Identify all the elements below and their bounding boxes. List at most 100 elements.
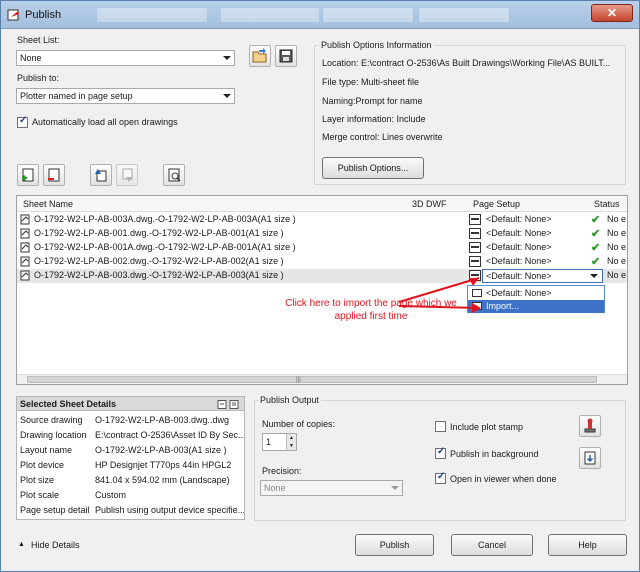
checkmark-icon: ✔ (591, 256, 601, 268)
plot-stamp-checkbox[interactable] (435, 421, 446, 432)
background-tab (323, 8, 413, 22)
file-type-info: File type: Multi-sheet file (322, 77, 420, 87)
page-setup-dropdown: <Default: None> Import... (467, 285, 605, 313)
publish-to-label: Publish to: (17, 73, 60, 83)
dropdown-option-default[interactable]: <Default: None> (468, 287, 604, 300)
detail-row: Plot size 841.04 x 594.02 mm (Landscape) (20, 475, 244, 490)
scrollbar-thumb[interactable]: ||| (27, 376, 597, 383)
page-setup-value[interactable]: <Default: None> (486, 242, 552, 252)
detail-row: Plot device HP Designjet T770ps 44in HPGL… (20, 460, 244, 475)
sheet-name: O-1792-W2-LP-AB-003A.dwg.-O-1792-W2-LP-A… (34, 214, 296, 224)
detail-key: Plot size (20, 475, 55, 485)
save-sheet-list-button[interactable] (275, 45, 297, 67)
publish-button[interactable]: Publish (355, 534, 434, 556)
sheet-list-label: Sheet List: (17, 35, 60, 45)
background-checkbox[interactable] (435, 446, 446, 459)
detail-row: Layout name O-1792-W2-LP-AB-003(A1 size ) (20, 445, 244, 460)
help-button[interactable]: Help (548, 534, 627, 556)
detail-key: Source drawing (20, 415, 83, 425)
close-button[interactable]: ✕ (591, 4, 633, 22)
page-setup-icon (469, 228, 481, 239)
chevron-down-icon (391, 486, 399, 490)
table-row[interactable]: O-1792-W2-LP-AB-001.dwg.-O-1792-W2-LP-AB… (17, 227, 627, 241)
preview-button[interactable] (163, 164, 185, 186)
dropdown-option-label: <Default: None> (486, 288, 552, 298)
open-viewer-checkbox[interactable] (435, 471, 446, 484)
publish-output-title: Publish Output (258, 395, 322, 405)
publish-options-button[interactable]: Publish Options... (322, 157, 424, 179)
page-setup-value[interactable]: <Default: None> (486, 228, 552, 238)
status-text: No e (607, 270, 627, 280)
publish-to-combo[interactable]: Plotter named in page setup (16, 88, 235, 104)
stamp-icon (584, 418, 596, 433)
copies-value: 1 (266, 437, 272, 447)
col-page-setup[interactable]: Page Setup (473, 199, 520, 209)
col-status[interactable]: Status (594, 199, 620, 209)
dropdown-option-import[interactable]: Import... (468, 300, 604, 313)
detail-row: Page setup detail Publish using output de… (20, 505, 244, 520)
sheet-icon (20, 242, 30, 253)
spin-down-icon[interactable]: ▼ (286, 442, 296, 450)
precision-label: Precision: (262, 466, 302, 476)
precision-combo[interactable]: None (260, 480, 403, 496)
dropdown-option-label: Import... (486, 301, 520, 311)
annotation-text: Click here to import the page which we a… (285, 298, 457, 322)
status-text: No e (607, 214, 627, 224)
load-sheet-list-button[interactable] (249, 45, 271, 67)
table-row[interactable]: O-1792-W2-LP-AB-002.dwg.-O-1792-W2-LP-AB… (17, 255, 627, 269)
cancel-button[interactable]: Cancel (451, 534, 533, 556)
horizontal-scrollbar[interactable]: ||| (17, 374, 627, 384)
page-setup-icon (469, 214, 481, 225)
table-row[interactable]: O-1792-W2-LP-AB-001A.dwg.-O-1792-W2-LP-A… (17, 241, 627, 255)
move-sheet-down-button[interactable] (116, 164, 138, 186)
plot-stamp-settings-button[interactable] (579, 415, 601, 437)
title-bar[interactable]: Publish ✕ (1, 1, 639, 29)
page-setup-combo[interactable]: <Default: None> (482, 269, 603, 283)
plot-stamp-label: Include plot stamp (450, 422, 524, 432)
page-setup-icon (469, 256, 481, 267)
remove-sheets-button[interactable] (43, 164, 65, 186)
sheet-icon (20, 214, 30, 225)
publish-app-icon (7, 9, 19, 21)
remove-sheets-icon (48, 168, 60, 182)
sheet-name: O-1792-W2-LP-AB-001A.dwg.-O-1792-W2-LP-A… (34, 242, 296, 252)
background-settings-button[interactable] (579, 447, 601, 469)
layer-info: Layer information: Include (322, 114, 426, 124)
detail-key: Plot scale (20, 490, 60, 500)
background-label: Publish in background (450, 449, 539, 459)
status-text: No e (607, 256, 627, 266)
page-setup-value[interactable]: <Default: None> (486, 256, 552, 266)
col-3d-dwf[interactable]: 3D DWF (412, 199, 447, 209)
hide-details-link[interactable]: Hide Details (31, 540, 80, 550)
move-down-icon (122, 168, 133, 182)
detail-key: Page setup detail (20, 505, 90, 515)
col-sheet-name[interactable]: Sheet Name (23, 199, 73, 209)
sheet-icon (20, 228, 30, 239)
copies-spinner[interactable]: 1 ▲ ▼ (262, 433, 297, 451)
table-row[interactable]: O-1792-W2-LP-AB-003A.dwg.-O-1792-W2-LP-A… (17, 213, 627, 227)
save-icon (279, 49, 293, 63)
details-title: Selected Sheet Details (20, 399, 117, 409)
detail-row: Plot scale Custom (20, 490, 244, 505)
sheets-table[interactable]: Sheet Name 3D DWF Page Setup Status O-17… (16, 195, 628, 385)
chevron-up-icon[interactable]: ▲ (18, 541, 25, 548)
status-text: No e (607, 228, 627, 238)
sheet-name: O-1792-W2-LP-AB-002.dwg.-O-1792-W2-LP-AB… (34, 256, 284, 266)
publish-options-title: Publish Options Information (319, 40, 434, 50)
background-tab (419, 8, 509, 22)
sheet-list-combo[interactable]: None (16, 50, 235, 66)
page-setup-value[interactable]: <Default: None> (486, 214, 552, 224)
open-folder-icon (252, 48, 267, 63)
status-text: No e (607, 242, 627, 252)
add-sheets-button[interactable] (17, 164, 39, 186)
detail-row: Source drawing O-1792-W2-LP-AB-003.dwg..d… (20, 415, 244, 430)
publish-background-icon (584, 451, 596, 465)
spin-up-icon[interactable]: ▲ (286, 434, 296, 442)
move-sheet-up-button[interactable] (90, 164, 112, 186)
open-viewer-label: Open in viewer when done (450, 474, 557, 484)
page-setup-icon (469, 242, 481, 253)
auto-load-checkbox[interactable] (17, 115, 28, 128)
chevron-down-icon (223, 94, 231, 98)
chevron-down-icon (590, 274, 598, 278)
checkmark-icon: ✔ (591, 214, 601, 226)
